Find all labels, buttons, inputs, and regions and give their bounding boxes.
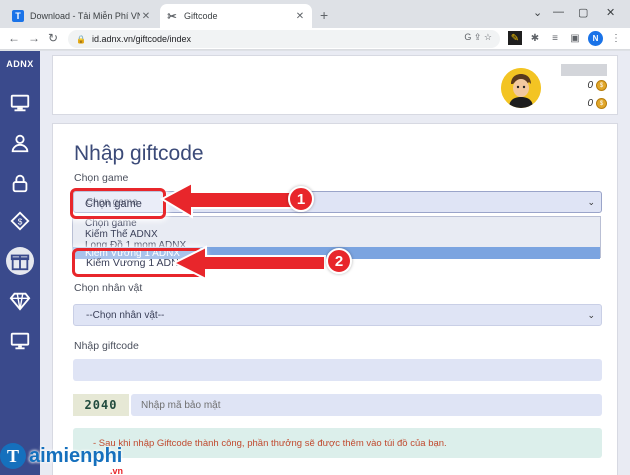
puzzle-icon[interactable]: ✱: [528, 31, 542, 45]
sidepanel-icon[interactable]: ▣: [568, 31, 582, 45]
balance-value: 0: [587, 80, 593, 91]
arrow-icon: [172, 245, 326, 281]
extension-icon[interactable]: ✎: [508, 31, 522, 45]
web-page: ADNX $ 0 $ 0 $ Nhập giftcode Chọn game C…: [0, 51, 630, 475]
browser-tab-bar: T Download - Tải Miễn Phí VN - Ph ✕ ✂ Gi…: [0, 0, 630, 28]
chevron-down-icon: ⌄: [587, 197, 595, 207]
monitor-icon[interactable]: [6, 89, 34, 117]
new-tab-button[interactable]: +: [320, 7, 328, 23]
highlight-box-1: Chọn game: [70, 188, 166, 219]
adnx-logo[interactable]: ADNX: [0, 59, 40, 77]
success-notice: - Sau khi nhập Giftcode thành công, phần…: [73, 428, 602, 458]
arrow-icon: [160, 181, 293, 219]
character-select-value: --Chọn nhân vật--: [86, 309, 165, 321]
character-label: Chọn nhân vật: [74, 282, 143, 294]
balance-value: 0: [587, 98, 593, 109]
reload-button[interactable]: ↻: [48, 31, 58, 45]
dropdown-option[interactable]: Kiếm Thế ADNX: [85, 229, 158, 240]
close-tab-icon[interactable]: ✕: [140, 11, 152, 22]
account-header: 0 $ 0 $: [52, 55, 618, 115]
address-bar[interactable]: 🔒 id.adnx.vn/giftcode/index G ⇪ ☆: [68, 30, 500, 48]
profile-avatar[interactable]: N: [588, 31, 603, 46]
sidebar: ADNX $: [0, 51, 40, 475]
giftcode-form-card: Nhập giftcode Chọn game Chọn game ⌄ Chọn…: [52, 123, 618, 475]
dropdown-option[interactable]: Long Đồ 1 mom ADNX: [85, 240, 186, 247]
giftcode-label: Nhập giftcode: [74, 340, 139, 352]
media-icon[interactable]: ≡: [548, 31, 562, 45]
highlight-label: Chọn game: [85, 198, 142, 210]
character-select[interactable]: --Chọn nhân vật-- ⌄: [73, 304, 602, 326]
omnibox-actions[interactable]: G ⇪ ☆: [464, 32, 492, 43]
chevron-down-icon: ⌄: [587, 310, 595, 320]
menu-icon[interactable]: ⋮: [609, 31, 623, 45]
user-icon[interactable]: [6, 129, 34, 157]
desktop-icon[interactable]: [6, 327, 34, 355]
watermark-suffix: .vn: [110, 466, 124, 475]
tab-download[interactable]: T Download - Tải Miễn Phí VN - Ph ✕: [6, 4, 158, 28]
diamond-icon[interactable]: [6, 287, 34, 315]
dropdown-option[interactable]: Chọn game: [85, 218, 137, 229]
gift-icon[interactable]: [6, 247, 34, 275]
tab-giftcode[interactable]: ✂ Giftcode ✕: [160, 4, 312, 28]
taimienphi-favicon-icon: T: [12, 10, 24, 22]
coin-icon: $: [596, 80, 607, 91]
tag-icon[interactable]: $: [6, 207, 34, 235]
watermark-text: aimienphi: [29, 444, 123, 467]
tab-title: Giftcode: [184, 11, 218, 21]
lock-icon[interactable]: [6, 169, 34, 197]
close-tab-icon[interactable]: ✕: [294, 11, 306, 22]
step-1-badge: 1: [288, 186, 314, 212]
maximize-button[interactable]: ▢: [578, 6, 588, 19]
tab-title: Download - Tải Miễn Phí VN - Ph: [30, 11, 140, 21]
svg-text:$: $: [18, 218, 23, 227]
page-title: Nhập giftcode: [74, 142, 204, 165]
browser-toolbar: ← → ↻ 🔒 id.adnx.vn/giftcode/index G ⇪ ☆ …: [0, 28, 630, 50]
game-label: Chọn game: [74, 172, 129, 184]
watermark-logo-icon: T: [0, 443, 26, 469]
adnx-favicon-icon: ✂: [167, 10, 177, 23]
balance-row: 0 $: [587, 80, 607, 91]
lock-icon: 🔒: [76, 34, 86, 44]
step-2-badge: 2: [326, 248, 352, 274]
forward-button[interactable]: →: [28, 31, 40, 45]
back-button[interactable]: ←: [8, 31, 20, 45]
close-window-button[interactable]: ✕: [606, 6, 615, 19]
address-url: id.adnx.vn/giftcode/index: [91, 34, 192, 44]
coin-icon: $: [596, 98, 607, 109]
minimize-button[interactable]: —: [553, 6, 564, 18]
captcha-image: 2040: [73, 394, 129, 416]
username-redacted: [561, 64, 607, 76]
balance-row: 0 $: [587, 98, 607, 109]
captcha-input[interactable]: Nhập mã bảo mật: [131, 394, 602, 416]
highlight-label: Kiếm Vương 1 ADNX: [86, 257, 186, 269]
giftcode-input[interactable]: [73, 359, 602, 381]
tab-search-icon[interactable]: ⌄: [533, 6, 542, 19]
avatar[interactable]: [501, 68, 541, 108]
taimienphi-watermark: T aimienphi: [0, 438, 122, 474]
